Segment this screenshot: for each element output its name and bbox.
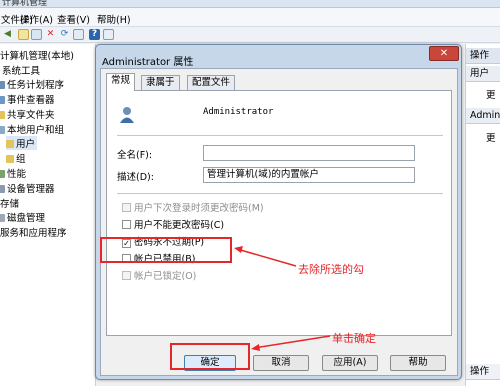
- annotation-arrows: [234, 246, 331, 351]
- arrow-to-checkbox: [236, 248, 297, 267]
- arrow-head-ok: [251, 344, 260, 351]
- tab-general[interactable]: 常规: [106, 73, 136, 91]
- arrow-head-checkbox: [234, 246, 243, 253]
- arrow-to-ok: [253, 335, 331, 349]
